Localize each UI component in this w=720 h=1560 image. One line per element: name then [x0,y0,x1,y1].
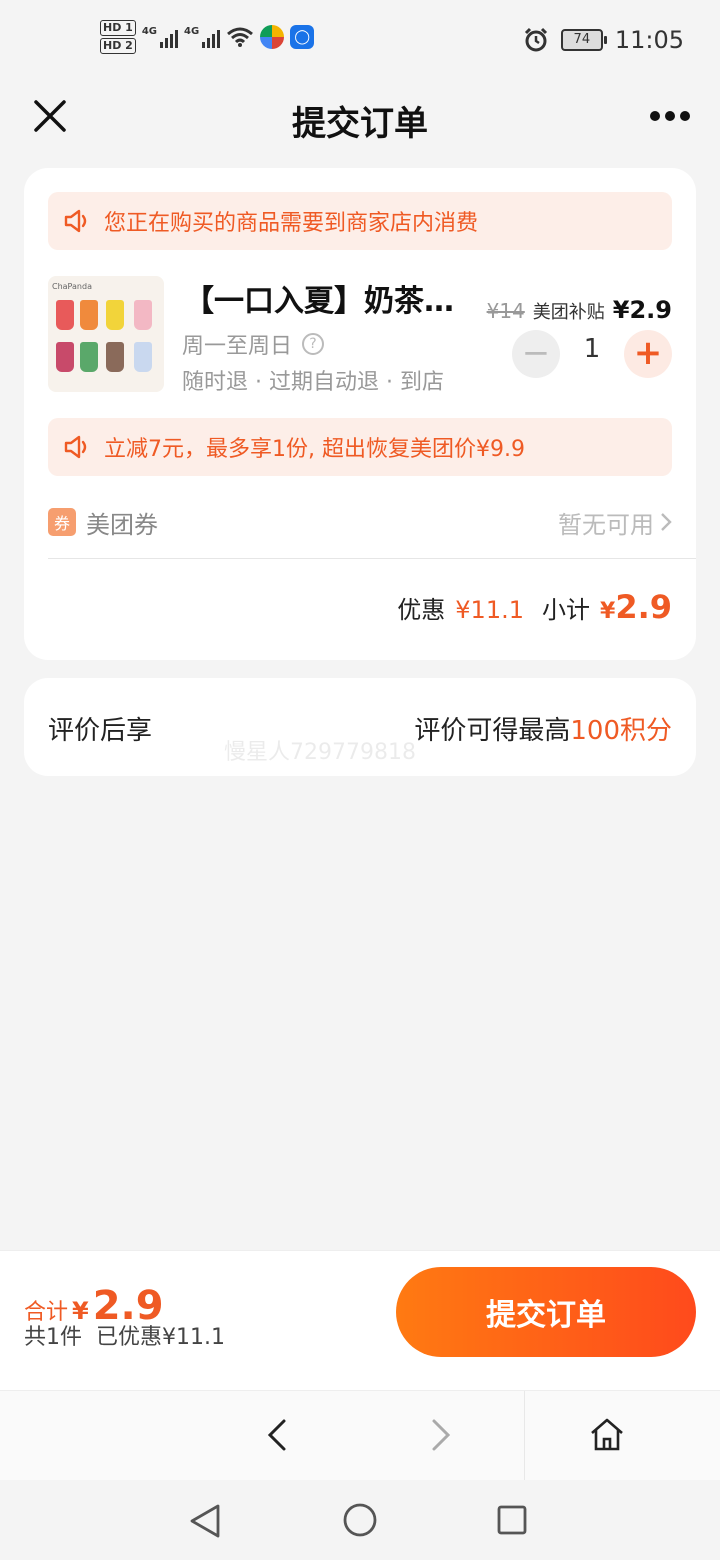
watermark: 慢星人72977981​8 [224,740,416,765]
quantity-value: 1 [583,334,601,364]
product-valid-days: 周一至周日 ? [182,328,325,360]
browser-nav [0,1390,720,1481]
decrease-button[interactable]: − [512,330,560,378]
order-summary: 优惠 ¥11.1 小计 ¥2.9 [397,588,672,626]
alarm-icon [524,27,547,52]
coupon-status: 暂无可用 [558,505,672,540]
hd1-badge: HD 1 [100,20,136,36]
order-card: 您正在购买的商品需要到商家店内消费 ChaPanda 【一口入夏】奶茶… 周一至… [24,168,696,660]
saved-amount: 已优惠¥11.1 [96,1325,225,1350]
product-rules: 随时退 · 过期自动退 · 到店 [182,370,444,395]
divider [524,1391,525,1481]
hd2-badge: HD 2 [100,38,136,54]
back-icon[interactable] [258,1413,298,1457]
status-bar: HD 1 HD 2 4G 4G ◯ 74 11:05 [0,0,720,82]
system-nav [0,1480,720,1560]
speaker-icon [64,435,87,459]
coupon-row[interactable]: 券 美团券 暂无可用 [48,502,672,542]
review-card: 评价后享 评价可得最高100积分 慢星人72977981​8 [24,678,696,776]
clock: 11:05 [614,26,684,54]
divider [48,558,696,559]
review-label: 评价后享 [48,716,153,746]
price-line: ¥14 美团补贴 ¥2.9 [487,296,672,324]
forward-icon[interactable] [420,1413,460,1457]
app-notification-icon [260,25,285,49]
checkout-bar: 合计 ¥ 2.9 共1件 已优惠¥11.1 提交订单 [0,1250,720,1390]
product-image[interactable]: ChaPanda [48,276,164,392]
discount-label: 优惠 [397,596,446,624]
more-icon[interactable] [650,104,690,128]
submit-order-button[interactable]: 提交订单 [396,1267,696,1357]
home-icon[interactable] [586,1413,628,1457]
store-notice: 您正在购买的商品需要到商家店内消费 [48,192,672,250]
subtotal-price: ¥2.9 [600,588,672,626]
review-reward: 评价可得最高100积分 [414,716,672,746]
discount-notice: 立减7元，最多享1份, 超出恢复美团价¥9.9 [48,418,672,476]
subtotal-label: 小计 [542,596,590,624]
chevron-right-icon [661,513,672,531]
system-recent-icon[interactable] [496,1504,528,1536]
subsidy-label: 美团补贴 [532,302,605,323]
page-header: 提交订单 [0,82,720,162]
signal-2-icon: 4G [184,26,221,48]
status-left: HD 1 HD 2 4G 4G ◯ [100,20,315,54]
discount-value: ¥11.1 [455,596,524,624]
item-count: 共1件 [24,1325,82,1350]
increase-button[interactable]: + [624,330,672,378]
signal-1-icon: 4G [142,26,178,48]
quantity-stepper: − 1 + [512,330,672,378]
status-right: 74 11:05 [523,26,684,54]
discount-notice-text: 立减7元，最多享1份, 超出恢复美团价¥9.9 [104,437,525,462]
system-back-icon[interactable] [188,1502,224,1540]
coupon-label: 美团券 [86,510,158,539]
battery-icon: 74 [560,29,607,51]
total-detail: 共1件 已优惠¥11.1 [24,1319,225,1351]
coupon-badge-icon: 券 [48,508,76,536]
product-title[interactable]: 【一口入夏】奶茶… [184,276,484,320]
page-title: 提交订单 [292,104,428,144]
store-notice-text: 您正在购买的商品需要到商家店内消费 [104,211,479,236]
speaker-icon [64,209,87,233]
original-price: ¥14 [486,299,525,323]
system-home-icon[interactable] [342,1502,378,1538]
final-price: ¥2.9 [612,296,672,324]
help-icon[interactable]: ? [302,333,325,355]
bulb-app-icon: ◯ [290,25,315,49]
wifi-icon [227,27,254,47]
